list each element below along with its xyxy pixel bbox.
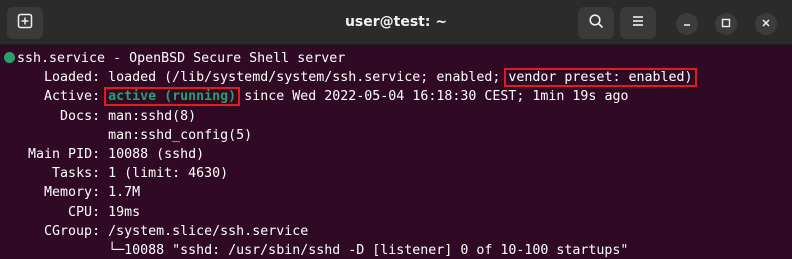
terminal-output[interactable]: ssh.service - OpenBSD Secure Shell serve… <box>0 45 792 259</box>
active-state-highlight: active (running) <box>104 87 241 107</box>
terminal-window: user@test: ~ ssh.service - OpenBSD Secur… <box>0 0 792 259</box>
docs-value-2: man:sshd_config(5) <box>108 127 253 143</box>
service-header-line: ssh.service - OpenBSD Secure Shell serve… <box>4 49 792 68</box>
close-icon <box>761 15 771 33</box>
docs-value-1: man:sshd(8) <box>108 108 197 124</box>
cgroup-process: └─10088 "sshd: /usr/sbin/sshd -D [listen… <box>108 242 629 258</box>
search-icon <box>588 13 604 34</box>
window-title: user@test: ~ <box>344 14 448 30</box>
memory-value: 1.7M <box>108 185 141 201</box>
tasks-line: Tasks: 1 (limit: 4630) <box>4 164 792 183</box>
tasks-value: 1 (limit: 4630) <box>108 166 229 182</box>
status-dot-icon <box>4 52 15 63</box>
cpu-value: 19ms <box>108 204 141 220</box>
docs-label: Docs: <box>60 108 101 124</box>
docs-line: Docs: man:sshd(8) <box>4 107 792 126</box>
vendor-preset-highlight: vendor preset: enabled) <box>504 68 697 88</box>
main-pid-line: Main PID: 10088 (sshd) <box>4 145 792 164</box>
active-since: since Wed 2022-05-04 16:18:30 CEST; 1min… <box>244 89 629 105</box>
cpu-line: CPU: 19ms <box>4 203 792 222</box>
maximize-button[interactable] <box>715 13 737 35</box>
docs-line-2: man:sshd_config(5) <box>4 126 792 145</box>
title-bar: user@test: ~ <box>0 0 792 45</box>
hamburger-menu-icon <box>630 13 646 34</box>
cgroup-label: CGroup: <box>44 223 101 239</box>
cgroup-line: CGroup: /system.slice/ssh.service <box>4 222 792 241</box>
maximize-icon <box>721 15 731 33</box>
loaded-line: Loaded: loaded (/lib/systemd/system/ssh.… <box>4 68 792 88</box>
active-line: Active: active (running) since Wed 2022-… <box>4 87 792 107</box>
search-button[interactable] <box>578 7 614 39</box>
loaded-label: Loaded: <box>44 70 101 86</box>
memory-line: Memory: 1.7M <box>4 183 792 202</box>
cgroup-process-line: └─10088 "sshd: /usr/sbin/sshd -D [listen… <box>4 241 792 259</box>
service-header: ssh.service - OpenBSD Secure Shell serve… <box>17 51 346 66</box>
menu-button[interactable] <box>620 7 656 39</box>
minimize-icon <box>682 15 692 33</box>
cgroup-value: /system.slice/ssh.service <box>108 223 309 239</box>
cpu-label: CPU: <box>68 204 101 220</box>
active-label: Active: <box>44 89 101 105</box>
loaded-value: loaded (/lib/systemd/system/ssh.service;… <box>108 70 501 86</box>
tasks-label: Tasks: <box>52 166 101 182</box>
main-pid-value: 10088 (sshd) <box>108 146 205 162</box>
minimize-button[interactable] <box>676 13 698 35</box>
main-pid-label: Main PID: <box>28 146 101 162</box>
close-button[interactable] <box>755 13 777 35</box>
memory-label: Memory: <box>44 185 101 201</box>
